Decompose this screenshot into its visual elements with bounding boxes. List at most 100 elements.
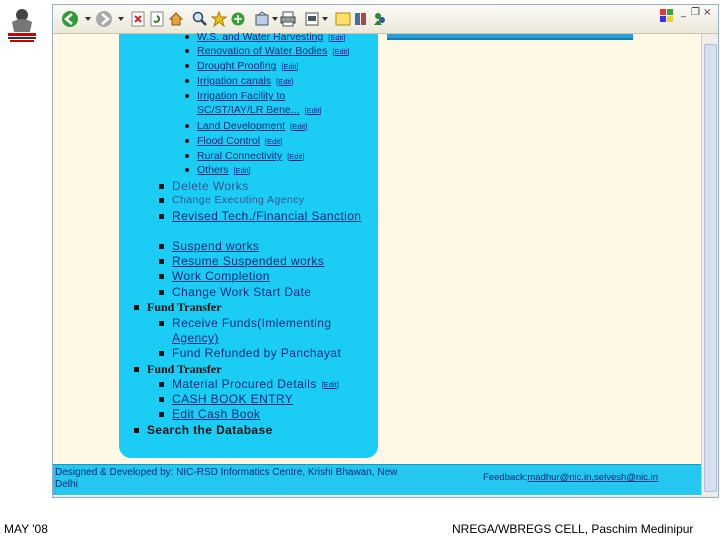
- menu-item-label: Edit Cash Book: [172, 407, 261, 421]
- menu-item-water-harvesting[interactable]: W.S. and Water Harvesting [Edit]: [185, 31, 345, 43]
- bullet-icon: [159, 273, 164, 279]
- messenger-icon[interactable]: [371, 9, 389, 29]
- close-button[interactable]: ×: [703, 7, 711, 18]
- credits-line: Designed & Developed by: NIC-RSD Informa…: [55, 467, 398, 478]
- page-content: W.S. and Water Harvesting [Edit] Renovat…: [53, 31, 701, 496]
- bullet-icon: [185, 64, 189, 68]
- bullet-icon: [185, 94, 189, 98]
- home-icon[interactable]: [167, 9, 185, 29]
- bullet-icon: [185, 79, 189, 83]
- menu-item-irrigation-facility[interactable]: Irrigation Facility to: [185, 90, 285, 102]
- bullet-icon: [185, 35, 189, 39]
- back-icon[interactable]: [59, 9, 81, 29]
- feedback-email-link[interactable]: madhur@nic.in,selvesh@nic.in: [527, 472, 658, 483]
- menu-item-flood-control[interactable]: Flood Control [Edit]: [185, 135, 282, 147]
- bullet-icon: [159, 381, 164, 387]
- menu-item-land-development[interactable]: Land Development [Edit]: [185, 120, 307, 132]
- vertical-scrollbar[interactable]: [701, 34, 718, 496]
- restore-button[interactable]: ❐: [691, 7, 700, 18]
- edit-icon[interactable]: [303, 9, 321, 29]
- menu-item-fund-transfer-2[interactable]: Fund Transfer: [134, 362, 222, 377]
- edit-link[interactable]: [Edit]: [287, 152, 304, 161]
- bullet-icon: [159, 197, 164, 203]
- menu-item-cash-book-entry[interactable]: CASH BOOK ENTRY: [159, 392, 293, 406]
- menu-item-drought-proofing[interactable]: Drought Proofing [Edit]: [185, 60, 298, 72]
- bullet-icon: [185, 49, 189, 53]
- bullet-icon: [134, 427, 139, 433]
- menu-item-search-database[interactable]: Search the Database: [134, 423, 273, 437]
- bullet-icon: [134, 305, 139, 310]
- menu-item-change-start-date[interactable]: Change Work Start Date: [159, 285, 311, 299]
- menu-item-resume-works[interactable]: Resume Suspended works: [159, 254, 324, 268]
- edit-link[interactable]: [Edit]: [281, 62, 298, 71]
- slide-cell-name: NREGA/WBREGS CELL, Paschim Medinipur: [452, 522, 694, 536]
- favorites-icon[interactable]: [210, 9, 228, 29]
- menu-item-material-procured[interactable]: Material Procured Details [Edit]: [159, 377, 339, 391]
- menu-item-label: Fund Transfer: [147, 362, 222, 376]
- refresh-icon[interactable]: [148, 9, 166, 29]
- bullet-icon: [185, 139, 189, 143]
- menu-item-label: Land Development: [197, 120, 286, 132]
- history-icon[interactable]: [253, 9, 271, 29]
- windows-logo-icon: [659, 8, 675, 24]
- bullet-icon: [159, 183, 164, 189]
- footer-credits: Designed & Developed by: NIC-RSD Informa…: [55, 467, 475, 491]
- history-dropdown-icon[interactable]: [271, 9, 279, 29]
- bullet-icon: [159, 350, 164, 356]
- discuss-icon[interactable]: [334, 9, 352, 29]
- back-dropdown-icon[interactable]: [83, 9, 93, 29]
- bullet-icon: [134, 367, 139, 372]
- menu-item-fund-transfer[interactable]: Fund Transfer: [134, 300, 222, 315]
- menu-item-label: Receive Funds(Imlementing: [172, 316, 332, 330]
- edit-link[interactable]: [Edit]: [332, 47, 349, 56]
- bullet-icon: [185, 168, 189, 172]
- menu-item-rural-connectivity[interactable]: Rural Connectivity [Edit]: [185, 150, 304, 162]
- minimize-button[interactable]: _: [681, 7, 686, 18]
- feedback-label: Feedback:: [483, 472, 528, 483]
- menu-item-label: Others: [197, 164, 229, 176]
- menu-item-renovation[interactable]: Renovation of Water Bodies [Edit]: [185, 45, 349, 57]
- edit-link[interactable]: [Edit]: [322, 380, 339, 389]
- menu-item-receive-funds[interactable]: Receive Funds(Imlementing: [159, 316, 331, 330]
- forward-dropdown-icon[interactable]: [116, 9, 126, 29]
- edit-link[interactable]: [Edit]: [276, 77, 293, 86]
- menu-item-label: Suspend works: [172, 239, 260, 253]
- bullet-icon: [159, 213, 164, 219]
- menu-item-label: Revised Tech./Financial Sanction: [172, 209, 362, 223]
- bullet-icon: [159, 243, 164, 249]
- menu-item-fund-refunded[interactable]: Fund Refunded by Panchayat: [159, 346, 341, 360]
- menu-item-revised-sanction[interactable]: Revised Tech./Financial Sanction: [159, 209, 361, 223]
- research-icon[interactable]: [352, 9, 370, 29]
- edit-link[interactable]: [Edit]: [234, 166, 251, 175]
- edit-link[interactable]: [Edit]: [265, 137, 282, 146]
- menu-item-receive-funds-cont[interactable]: Agency): [172, 331, 219, 345]
- credits-line: Delhi: [55, 479, 78, 490]
- scrollbar-thumb[interactable]: [704, 44, 717, 492]
- stop-icon[interactable]: [129, 9, 147, 29]
- menu-item-irrigation-canals[interactable]: Irrigation canals [Edit]: [185, 75, 293, 87]
- menu-item-label: Resume Suspended works: [172, 254, 325, 268]
- edit-link[interactable]: [Edit]: [290, 122, 307, 131]
- navigation-menu: W.S. and Water Harvesting [Edit] Renovat…: [119, 31, 378, 458]
- edit-link[interactable]: [Edit]: [305, 106, 322, 115]
- menu-item-label: Work Completion: [172, 269, 270, 283]
- search-icon[interactable]: [191, 9, 209, 29]
- media-icon[interactable]: [229, 9, 247, 29]
- menu-item-others[interactable]: Others [Edit]: [185, 164, 251, 176]
- bullet-icon: [159, 396, 164, 402]
- menu-item-change-agency[interactable]: Change Executing Agency: [159, 194, 304, 206]
- browser-toolbar: _ ❐ ×: [53, 5, 718, 34]
- bullet-icon: [185, 154, 189, 158]
- menu-item-delete-works[interactable]: Delete Works: [159, 179, 249, 193]
- menu-item-work-completion[interactable]: Work Completion: [159, 269, 270, 283]
- edit-link[interactable]: [Edit]: [328, 33, 345, 42]
- menu-item-irrigation-facility-cont[interactable]: SC/ST/IAY/LR Bene... [Edit]: [197, 104, 322, 116]
- edit-dropdown-icon[interactable]: [321, 9, 329, 29]
- menu-item-label: Drought Proofing: [197, 60, 277, 72]
- print-icon[interactable]: [279, 9, 297, 29]
- menu-item-label: Material Procured Details: [172, 377, 317, 391]
- menu-item-label: Rural Connectivity: [197, 150, 283, 162]
- forward-icon[interactable]: [93, 9, 115, 29]
- menu-item-edit-cash-book[interactable]: Edit Cash Book: [159, 407, 260, 421]
- menu-item-suspend-works[interactable]: Suspend works: [159, 239, 259, 253]
